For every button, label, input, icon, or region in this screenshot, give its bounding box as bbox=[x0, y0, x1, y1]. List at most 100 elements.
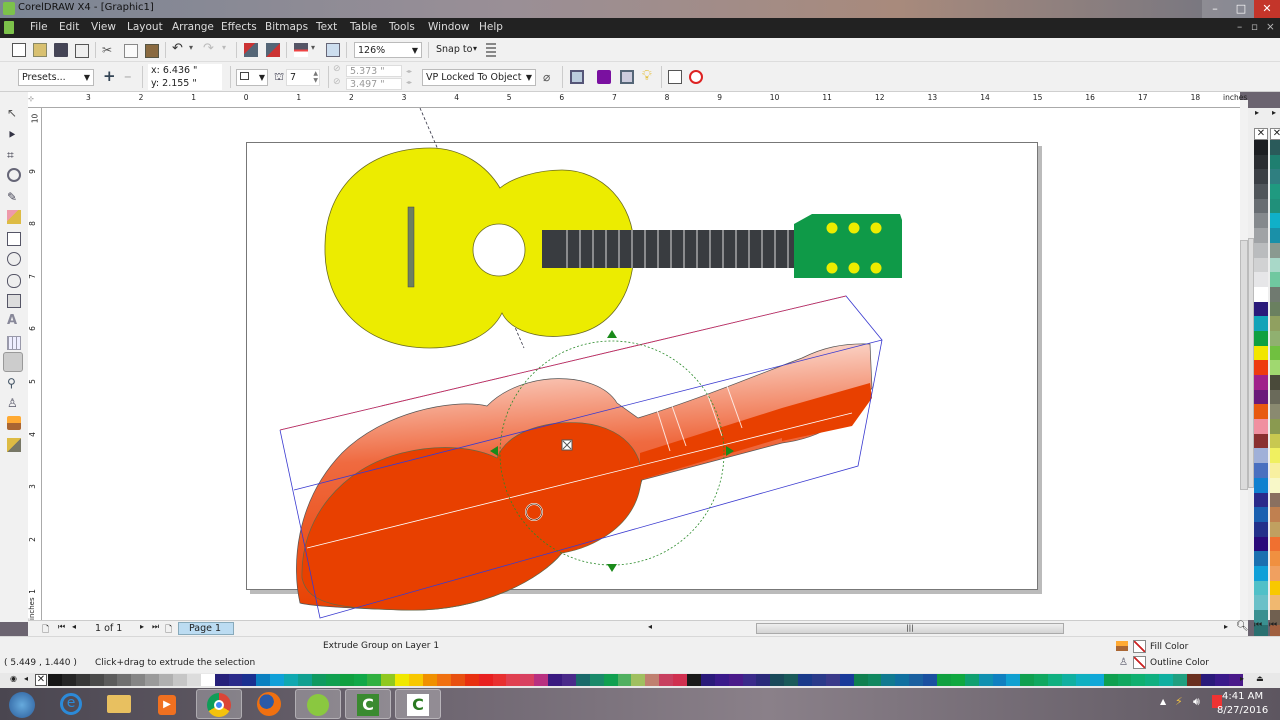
color-swatch[interactable] bbox=[409, 674, 424, 686]
options-icon[interactable] bbox=[486, 43, 496, 57]
color-swatch[interactable] bbox=[1270, 257, 1280, 273]
camtasia-recorder-icon[interactable]: C bbox=[345, 689, 391, 719]
color-swatch[interactable] bbox=[1048, 674, 1063, 686]
extruded-guitar[interactable] bbox=[279, 295, 883, 619]
color-swatch[interactable] bbox=[1103, 674, 1118, 686]
color-swatch[interactable] bbox=[1254, 272, 1268, 287]
color-swatch[interactable] bbox=[492, 674, 507, 686]
color-swatch[interactable] bbox=[1270, 404, 1280, 420]
color-swatch[interactable] bbox=[756, 674, 771, 686]
color-swatch[interactable] bbox=[1254, 169, 1268, 185]
rectangle-tool-icon[interactable] bbox=[7, 232, 21, 246]
color-swatch[interactable] bbox=[450, 674, 465, 686]
color-swatch[interactable] bbox=[1254, 595, 1268, 610]
depth-field[interactable]: 7 ▲ ▼ bbox=[286, 69, 320, 86]
show-hidden-icons-button[interactable]: ▲ bbox=[1160, 697, 1166, 706]
menu-table[interactable]: Table bbox=[350, 21, 377, 33]
open-icon[interactable] bbox=[33, 43, 47, 57]
color-swatch[interactable] bbox=[1254, 419, 1268, 434]
color-swatch[interactable] bbox=[284, 674, 299, 686]
coreldraw-icon[interactable] bbox=[295, 689, 341, 719]
menu-view[interactable]: View bbox=[91, 21, 116, 33]
color-swatch[interactable] bbox=[1254, 242, 1268, 258]
color-swatch[interactable] bbox=[1254, 433, 1268, 449]
palette-2-scroll-up[interactable]: ▸ bbox=[1272, 108, 1276, 117]
color-swatch[interactable] bbox=[1254, 404, 1268, 420]
color-swatch[interactable] bbox=[367, 674, 382, 686]
vanishing-point-x-field[interactable]: 5.373 " bbox=[346, 65, 402, 77]
color-swatch[interactable] bbox=[242, 674, 257, 686]
color-swatch[interactable] bbox=[728, 674, 743, 686]
color-swatch[interactable] bbox=[1270, 536, 1280, 552]
color-swatch[interactable] bbox=[1270, 272, 1280, 287]
application-launcher-icon[interactable] bbox=[294, 43, 308, 57]
x-position-field[interactable]: x: 6.436 " bbox=[148, 64, 222, 77]
vanishing-point-spinner[interactable]: ◂▸ ◂▸ bbox=[402, 66, 416, 88]
interactive-fill-tool-icon[interactable] bbox=[7, 438, 21, 452]
color-swatch[interactable] bbox=[1117, 674, 1132, 686]
color-swatch[interactable] bbox=[1062, 674, 1076, 686]
menu-arrange[interactable]: Arrange bbox=[172, 21, 214, 33]
color-swatch[interactable] bbox=[1020, 674, 1035, 686]
color-swatch[interactable] bbox=[1270, 286, 1280, 302]
horizontal-scrollbar-thumb[interactable]: ||| bbox=[756, 623, 1064, 634]
color-swatch[interactable] bbox=[1187, 674, 1201, 686]
menu-effects[interactable]: Effects bbox=[221, 21, 257, 33]
color-swatch[interactable] bbox=[770, 674, 785, 686]
export-icon[interactable] bbox=[266, 43, 280, 57]
color-swatch[interactable] bbox=[686, 674, 701, 686]
color-swatch[interactable] bbox=[825, 674, 840, 686]
copy-extrude-properties-icon[interactable] bbox=[668, 70, 682, 84]
color-swatch[interactable] bbox=[1254, 507, 1268, 522]
color-swatch[interactable] bbox=[1200, 674, 1215, 686]
color-swatch[interactable] bbox=[270, 674, 285, 686]
color-swatch[interactable] bbox=[1270, 228, 1280, 243]
doc-minimize-button[interactable]: – bbox=[1237, 21, 1242, 33]
color-swatch[interactable] bbox=[1254, 521, 1268, 537]
eyedropper-tool-icon[interactable]: ⚲ bbox=[7, 376, 21, 390]
color-swatch[interactable] bbox=[256, 674, 271, 686]
color-swatch[interactable] bbox=[228, 674, 243, 686]
color-swatch[interactable] bbox=[1254, 463, 1268, 478]
redo-dropdown-icon[interactable]: ▾ bbox=[222, 43, 236, 57]
palette-scroll-right[interactable]: ▸ bbox=[1240, 674, 1244, 683]
color-swatch[interactable] bbox=[325, 674, 340, 686]
color-swatch[interactable] bbox=[1254, 477, 1268, 493]
color-swatch[interactable] bbox=[1270, 419, 1280, 434]
color-swatch[interactable] bbox=[381, 674, 396, 686]
palette-bottom-button[interactable]: ⏮ bbox=[1254, 620, 1262, 630]
color-swatch[interactable] bbox=[1270, 521, 1280, 537]
color-swatch[interactable] bbox=[1173, 674, 1188, 686]
palette-expand-button[interactable]: ⏏ bbox=[1256, 674, 1264, 683]
flat-guitar[interactable] bbox=[324, 147, 902, 349]
color-swatch[interactable] bbox=[1270, 301, 1280, 317]
save-icon[interactable] bbox=[54, 43, 68, 57]
extrusion-lighting-icon[interactable]: 💡︎ bbox=[642, 69, 656, 83]
ruler-origin[interactable]: ⊹ bbox=[28, 95, 34, 103]
camtasia-studio-icon[interactable]: C bbox=[395, 689, 441, 719]
menu-layout[interactable]: Layout bbox=[127, 21, 163, 33]
maximize-button[interactable]: □ bbox=[1228, 0, 1254, 18]
color-swatch[interactable] bbox=[1145, 674, 1160, 686]
scroll-right-button[interactable]: ▸ bbox=[1224, 622, 1228, 631]
color-swatch[interactable] bbox=[1270, 551, 1280, 566]
color-swatch[interactable] bbox=[353, 674, 368, 686]
color-swatch[interactable] bbox=[631, 674, 646, 686]
color-swatch[interactable] bbox=[575, 674, 590, 686]
palette-2-bottom-button[interactable]: ⏮ bbox=[1269, 620, 1277, 630]
color-swatch[interactable] bbox=[131, 674, 146, 686]
depth-spinner[interactable]: ▲ ▼ bbox=[313, 70, 318, 84]
color-swatch[interactable] bbox=[1254, 492, 1268, 508]
color-swatch[interactable] bbox=[867, 674, 882, 686]
color-swatch[interactable] bbox=[561, 674, 576, 686]
color-swatch[interactable] bbox=[1254, 198, 1268, 214]
color-swatch[interactable] bbox=[1270, 375, 1280, 390]
color-swatch[interactable] bbox=[1254, 345, 1268, 361]
color-swatch[interactable] bbox=[839, 674, 854, 686]
color-swatch[interactable] bbox=[506, 674, 521, 686]
color-swatch[interactable] bbox=[145, 674, 160, 686]
color-swatch[interactable] bbox=[811, 674, 826, 686]
color-swatch[interactable] bbox=[714, 674, 729, 686]
internet-explorer-icon[interactable]: e bbox=[48, 689, 94, 719]
color-swatch[interactable] bbox=[1254, 316, 1268, 331]
